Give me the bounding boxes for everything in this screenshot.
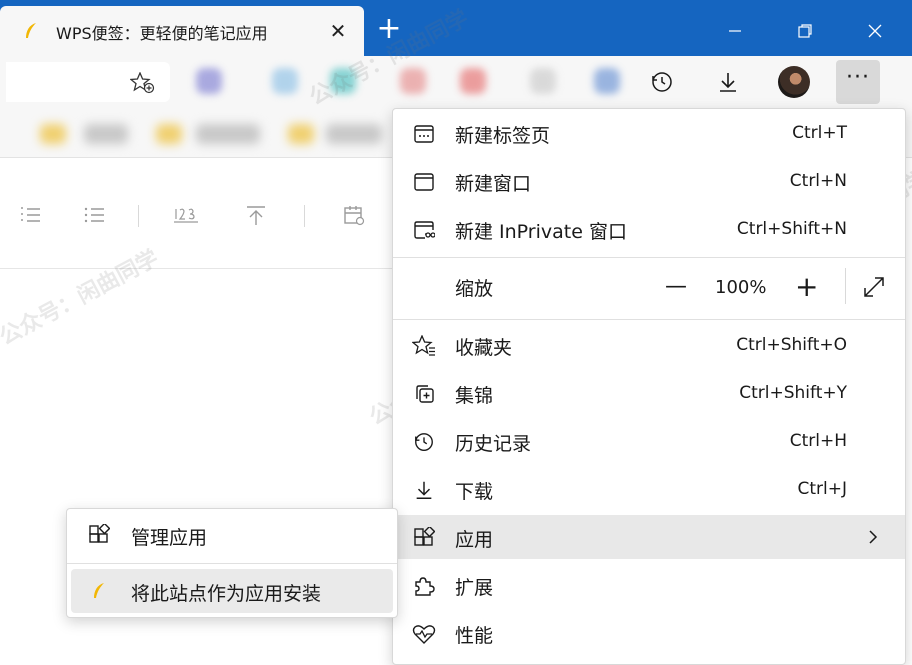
zoom-label: 缩放 (455, 278, 494, 300)
favorite-item[interactable] (156, 124, 182, 144)
extension-icon[interactable] (400, 68, 426, 94)
performance-icon (411, 621, 437, 647)
extensions-icon (411, 573, 437, 599)
tab-close-icon[interactable]: ✕ (326, 19, 350, 43)
minimize-icon (729, 30, 741, 32)
page-format-toolbar (0, 159, 392, 269)
extension-icon[interactable] (272, 68, 298, 94)
more-button[interactable]: ··· (836, 60, 880, 104)
download-icon (720, 73, 736, 92)
title-bar: WPS便签：更轻便的笔记应用 ✕ + (0, 0, 912, 56)
extension-icon[interactable] (594, 68, 620, 94)
tab-title: WPS便签：更轻便的笔记应用 (56, 24, 268, 43)
chevron-right-icon (865, 527, 881, 547)
history-button[interactable] (644, 64, 680, 100)
submenu-item-manage-apps[interactable]: 管理应用 (71, 513, 393, 557)
menu-item-label: 性能 (455, 625, 494, 647)
menu-item-apps[interactable]: 应用 (393, 515, 905, 559)
favorite-item[interactable] (288, 124, 314, 144)
settings-menu: 新建标签页 Ctrl+T 新建窗口 Ctrl+N 新建 InPrivate 窗口… (392, 108, 906, 665)
close-icon (868, 24, 882, 38)
zoom-divider (845, 268, 846, 304)
browser-toolbar: ··· (0, 56, 912, 108)
menu-item-new-window[interactable]: 新建窗口 Ctrl+N (393, 159, 905, 203)
menu-item-label: 下载 (455, 481, 494, 503)
browser-tab[interactable]: WPS便签：更轻便的笔记应用 ✕ (0, 6, 364, 56)
menu-item-shortcut: Ctrl+N (789, 171, 847, 191)
apps-icon (411, 525, 437, 551)
extension-icon[interactable] (196, 68, 222, 94)
menu-item-shortcut: Ctrl+Shift+N (736, 219, 847, 239)
submenu-item-label: 将此站点作为应用安装 (131, 583, 322, 605)
numbered-list-icon[interactable] (16, 201, 44, 229)
zoom-level: 100% (715, 277, 767, 298)
menu-item-downloads[interactable]: 下载 Ctrl+J (393, 467, 905, 511)
bullet-list-icon[interactable] (80, 201, 108, 229)
apps-icon (87, 523, 111, 547)
feather-icon (87, 579, 111, 603)
history-icon (652, 72, 672, 92)
download-button[interactable] (710, 64, 746, 100)
favorites-icon (411, 333, 437, 359)
extension-icon[interactable] (460, 68, 486, 94)
minimize-button[interactable] (700, 6, 770, 56)
profile-avatar[interactable] (778, 66, 810, 98)
restore-button[interactable] (770, 6, 840, 56)
menu-divider (393, 319, 905, 320)
toolbar-divider (304, 205, 305, 227)
menu-item-label: 历史记录 (455, 433, 532, 455)
extension-icon[interactable] (530, 68, 556, 94)
restore-icon (798, 24, 812, 38)
inprivate-icon (411, 217, 437, 243)
new-window-icon (411, 169, 437, 195)
menu-item-shortcut: Ctrl+T (792, 123, 847, 143)
menu-item-zoom: 缩放 — 100% + (393, 264, 905, 308)
address-bar[interactable] (6, 62, 170, 102)
menu-item-favorites[interactable]: 收藏夹 Ctrl+Shift+O (393, 323, 905, 367)
download-icon (411, 477, 437, 503)
calendar-icon[interactable] (340, 201, 368, 229)
menu-item-collections[interactable]: 集锦 Ctrl+Shift+Y (393, 371, 905, 415)
menu-divider (393, 257, 905, 258)
menu-item-shortcut: Ctrl+Shift+O (736, 335, 847, 355)
menu-item-shortcut: Ctrl+J (797, 479, 847, 499)
collections-icon (411, 381, 437, 407)
zoom-in-button[interactable]: + (795, 270, 818, 303)
favorite-item[interactable] (40, 124, 66, 144)
zoom-out-button[interactable]: — (665, 274, 687, 299)
menu-item-label: 扩展 (455, 577, 494, 599)
menu-item-history[interactable]: 历史记录 Ctrl+H (393, 419, 905, 463)
menu-item-label: 收藏夹 (455, 337, 513, 359)
close-window-button[interactable] (840, 6, 910, 56)
menu-item-label: 新建标签页 (455, 125, 551, 147)
favorites-add-icon[interactable] (129, 71, 156, 94)
menu-item-label: 应用 (455, 529, 494, 551)
number-format-icon[interactable] (172, 201, 200, 229)
favorite-item[interactable] (84, 124, 128, 144)
apps-submenu: 管理应用 将此站点作为应用安装 (66, 508, 398, 618)
menu-item-shortcut: Ctrl+H (789, 431, 847, 451)
menu-item-label: 集锦 (455, 385, 494, 407)
history-icon (411, 429, 437, 455)
menu-item-shortcut: Ctrl+Shift+Y (739, 383, 847, 403)
submenu-item-label: 管理应用 (131, 527, 208, 549)
submenu-item-install-site[interactable]: 将此站点作为应用安装 (71, 569, 393, 613)
menu-item-extensions[interactable]: 扩展 (393, 563, 905, 607)
fullscreen-icon[interactable] (861, 274, 887, 300)
menu-item-new-tab[interactable]: 新建标签页 Ctrl+T (393, 111, 905, 155)
menu-item-inprivate[interactable]: 新建 InPrivate 窗口 Ctrl+Shift+N (393, 207, 905, 251)
favorite-item[interactable] (196, 124, 260, 144)
menu-item-performance[interactable]: 性能 (393, 611, 905, 655)
submenu-divider (67, 563, 397, 564)
toolbar-divider (138, 205, 139, 227)
extension-icon[interactable] (330, 68, 356, 94)
menu-item-label: 新建窗口 (455, 173, 532, 195)
feather-icon (24, 22, 38, 40)
new-tab-icon (411, 121, 437, 147)
new-tab-button[interactable]: + (372, 14, 406, 48)
favorite-item[interactable] (326, 124, 382, 144)
pin-top-icon[interactable] (242, 201, 270, 229)
menu-item-label: 新建 InPrivate 窗口 (455, 221, 627, 243)
